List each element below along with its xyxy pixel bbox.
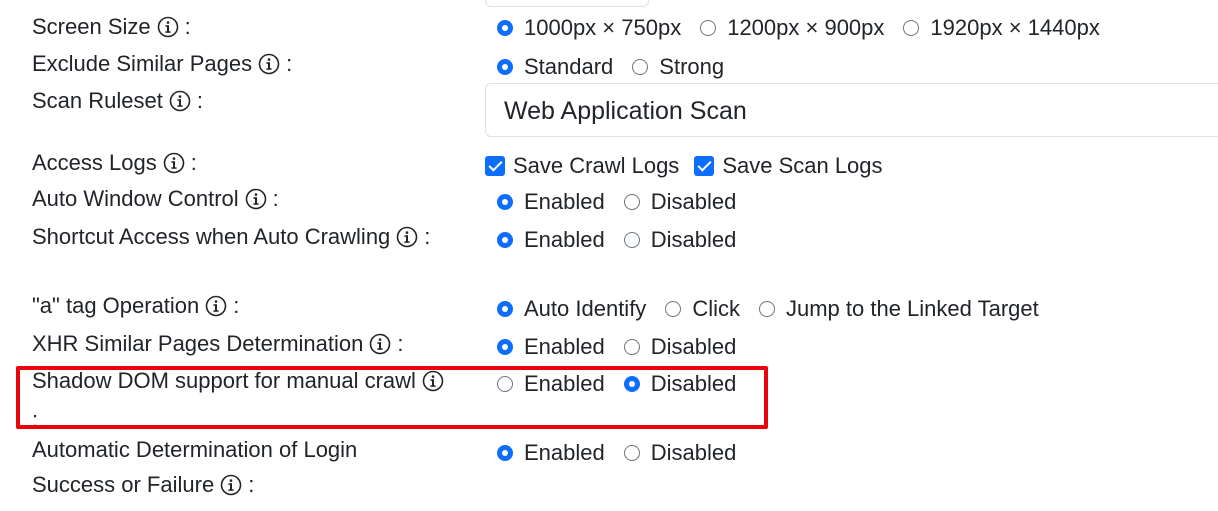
checkbox-indicator[interactable] xyxy=(694,155,715,176)
info-icon[interactable] xyxy=(258,50,280,85)
radio-enabled[interactable]: Enabled xyxy=(497,227,605,253)
option-label: Save Crawl Logs xyxy=(513,152,680,178)
label-colon: : xyxy=(190,150,197,175)
label-colon: : xyxy=(286,51,293,76)
info-icon[interactable] xyxy=(396,223,418,258)
info-icon[interactable] xyxy=(369,330,391,365)
setting-label: Shortcut Access when Auto Crawling xyxy=(32,224,391,249)
option-label: Disabled xyxy=(650,188,737,214)
info-icon[interactable] xyxy=(163,149,185,184)
option-label: Disabled xyxy=(650,226,737,252)
radio-indicator[interactable] xyxy=(903,19,920,36)
setting-label: Auto Window Control xyxy=(32,186,239,211)
setting-label: Automatic Determination of Login Success… xyxy=(32,437,358,497)
radio-indicator[interactable] xyxy=(497,193,513,210)
radio-indicator[interactable] xyxy=(623,231,640,248)
radio-disabled[interactable]: Disabled xyxy=(623,333,737,360)
previous-field-edge xyxy=(485,0,649,7)
checkbox-save-crawl-logs[interactable]: Save Crawl Logs xyxy=(485,153,679,179)
option-label: Save Scan Logs xyxy=(722,152,883,178)
checkbox-indicator[interactable] xyxy=(485,155,505,176)
radio-screen-1200[interactable]: 1200px × 900px xyxy=(700,15,884,41)
radio-standard[interactable]: Standard xyxy=(497,54,613,80)
option-label: Disabled xyxy=(650,439,737,465)
option-label: Auto Identify xyxy=(524,295,647,321)
radio-screen-1920[interactable]: 1920px × 1440px xyxy=(903,14,1100,41)
info-icon[interactable] xyxy=(220,471,242,506)
option-label: Standard xyxy=(524,53,614,79)
info-icon[interactable] xyxy=(205,292,227,327)
option-label: Enabled xyxy=(524,333,605,359)
label-colon: : xyxy=(233,293,240,318)
option-label: Enabled xyxy=(524,226,605,252)
radio-enabled[interactable]: Enabled xyxy=(497,189,605,215)
radio-jump-linked-target[interactable]: Jump to the Linked Target xyxy=(758,295,1039,322)
radio-indicator[interactable] xyxy=(623,193,640,210)
radio-disabled[interactable]: Disabled xyxy=(623,226,737,253)
label-colon: : xyxy=(184,14,191,39)
radio-disabled[interactable]: Disabled xyxy=(623,188,737,215)
option-label: Enabled xyxy=(524,439,605,465)
option-label: Disabled xyxy=(650,333,737,359)
radio-strong[interactable]: Strong xyxy=(632,54,724,80)
label-colon: : xyxy=(397,331,404,356)
option-label: Strong xyxy=(659,53,725,79)
radio-disabled[interactable]: Disabled xyxy=(623,439,737,466)
radio-auto-identify[interactable]: Auto Identify xyxy=(497,296,646,322)
label-colon: : xyxy=(424,224,431,249)
radio-enabled[interactable]: Enabled xyxy=(497,440,605,466)
radio-indicator[interactable] xyxy=(497,231,513,248)
checkbox-save-scan-logs[interactable]: Save Scan Logs xyxy=(694,152,883,179)
radio-indicator[interactable] xyxy=(497,58,513,75)
setting-label: Scan Ruleset xyxy=(32,88,163,113)
option-label: Click xyxy=(692,295,740,321)
option-label: 1000px × 750px xyxy=(524,14,682,40)
option-label: 1920px × 1440px xyxy=(930,14,1100,40)
radio-indicator[interactable] xyxy=(632,58,649,75)
radio-indicator[interactable] xyxy=(497,444,513,461)
radio-indicator[interactable] xyxy=(623,444,640,461)
radio-screen-1000[interactable]: 1000px × 750px xyxy=(497,15,681,41)
radio-click[interactable]: Click xyxy=(665,296,740,322)
label-colon: : xyxy=(272,186,279,211)
setting-label: Access Logs xyxy=(32,150,157,175)
radio-indicator[interactable] xyxy=(758,300,775,317)
radio-indicator[interactable] xyxy=(497,338,513,355)
radio-indicator[interactable] xyxy=(623,338,640,355)
info-icon[interactable] xyxy=(245,185,267,220)
radio-indicator[interactable] xyxy=(665,300,682,317)
radio-enabled[interactable]: Enabled xyxy=(497,334,605,360)
option-label: Jump to the Linked Target xyxy=(785,295,1039,321)
setting-label: Exclude Similar Pages xyxy=(32,51,253,76)
setting-label: XHR Similar Pages Determination xyxy=(32,331,364,356)
info-icon[interactable] xyxy=(157,13,179,48)
setting-label: Screen Size xyxy=(32,14,151,39)
setting-label: "a" tag Operation xyxy=(32,293,200,318)
option-label: Enabled xyxy=(524,188,605,214)
label-colon: : xyxy=(248,472,255,497)
highlight-box xyxy=(16,366,768,429)
radio-indicator[interactable] xyxy=(497,19,513,36)
scan-ruleset-select[interactable]: Web Application Scan xyxy=(485,83,1218,137)
info-icon[interactable] xyxy=(169,87,191,122)
label-colon: : xyxy=(196,88,203,113)
radio-indicator[interactable] xyxy=(700,19,717,36)
radio-indicator[interactable] xyxy=(497,300,513,317)
option-label: 1200px × 900px xyxy=(727,14,885,40)
